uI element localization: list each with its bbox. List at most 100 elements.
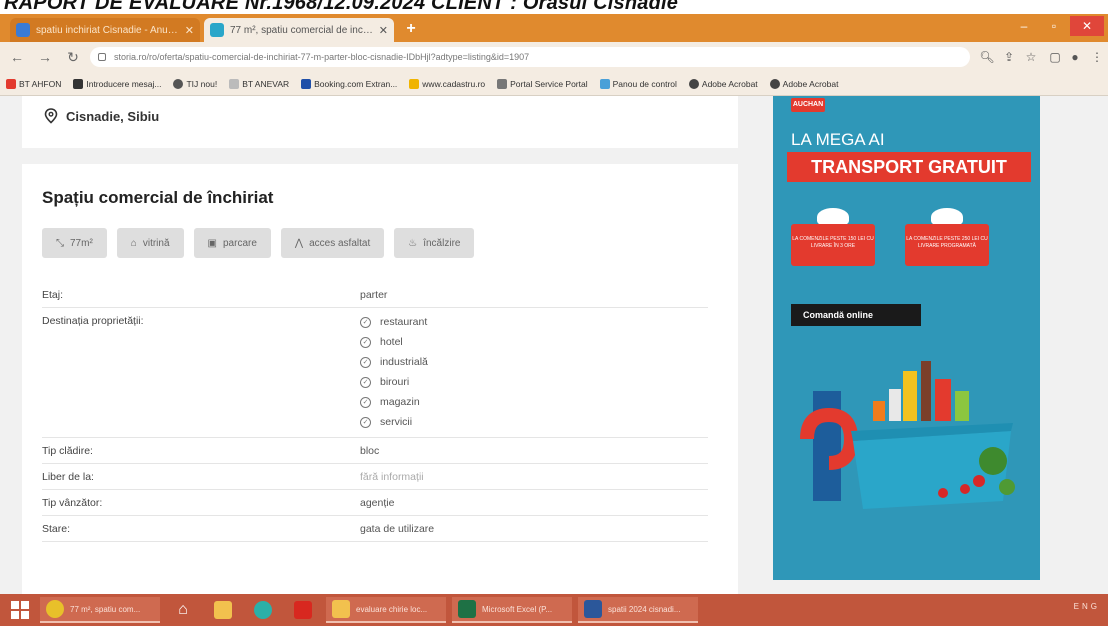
ad-headline: LA MEGA AI [791,130,885,149]
taskbar-home[interactable]: ⌂ [166,597,200,623]
bookmark-icon [73,78,84,89]
acrobat-icon [294,601,312,619]
detail-label: Stare: [42,523,71,535]
advertisement-banner[interactable]: AUCHAN LA MEGA AI TRANSPORT GRATUIT LA C… [773,96,1040,580]
check-circle-icon: ✓ [360,396,371,408]
bookmark-icon [6,78,16,89]
star-icon[interactable]: ☆ [1022,48,1040,66]
bookmark-item[interactable]: Panou de control [599,78,677,89]
zoom-icon[interactable]: 🔍︎ [978,48,996,66]
tab-search-results[interactable]: spatiu inchiriat Cisnadie - Anunturi ✕ [10,18,200,42]
location-row: Cisnadie, Sibiu [44,108,159,124]
taskbar-word[interactable]: spatii 2024 cisnadi... [578,597,698,623]
bookmark-icon [229,78,240,89]
detail-label: Etaj: [42,289,64,301]
feature-chips: ⤡ 77m² ⌂ vitrină ▣ parcare ⋀ acces asfaltat … [42,228,475,258]
location-pin-icon [44,108,58,124]
bookmark-icon [301,78,312,89]
detail-row-building-type: Tip clădire: bloc [42,438,708,464]
minimize-icon[interactable]: – [1010,16,1038,36]
url-text: storia.ro/ro/oferta/spatiu-comercial-de-… [114,52,530,62]
check-circle-icon: ✓ [360,316,371,328]
tab-close-icon[interactable]: ✕ [379,24,388,37]
lock-icon [98,53,106,61]
detail-value: agenție [360,497,395,509]
reload-icon[interactable]: ↻ [62,46,84,68]
taskbar-folder[interactable]: evaluare chirie loc... [326,597,446,623]
detail-value: bloc [360,445,380,457]
window-icon[interactable]: ▢ [1046,48,1064,66]
bookmark-icon [688,78,699,89]
folder-icon [332,600,350,618]
browser-tab-bar: spatiu inchiriat Cisnadie - Anunturi ✕ 7… [0,14,1108,42]
bookmark-item[interactable]: Introducere mesaj... [73,78,161,89]
detail-label: Destinația proprietății: [42,315,144,327]
windows-start-icon[interactable] [0,594,40,626]
chrome-icon [46,600,64,618]
chip-parking: ▣ parcare [193,228,271,258]
bookmark-icon [409,78,420,89]
page-content: Cisnadie, Sibiu Spațiu comercial de înch… [0,96,1108,594]
bookmark-item[interactable]: www.cadastru.ro [409,78,485,89]
home-icon: ⌂ [178,601,188,618]
tab-listing[interactable]: 77 m², spatiu comercial de inchiriat ✕ [204,18,394,42]
bookmark-item[interactable]: Adobe Acrobat [688,78,758,89]
close-window-icon[interactable]: ✕ [1070,16,1104,36]
bookmark-item[interactable]: Booking.com Extran... [301,78,397,89]
folder-icon [214,601,232,619]
taskbar-excel[interactable]: Microsoft Excel (P... [452,597,572,623]
bookmark-item[interactable]: BT ANEVAR [229,78,289,89]
check-circle-icon: ✓ [360,376,371,388]
tab-label: spatiu inchiriat Cisnadie - Anunturi [36,24,181,36]
tray-language: ENG [1073,602,1100,611]
system-tray[interactable]: ENG [1074,602,1100,611]
ad-offer-box: LA COMENZILE PESTE 250 LEI CU LIVRARE PR… [905,224,989,266]
new-tab-button[interactable]: + [400,19,422,39]
detail-label: Liber de la: [42,471,94,483]
tab-close-icon[interactable]: ✕ [185,24,194,37]
excel-icon [458,600,476,618]
bookmark-item[interactable]: BT AHFON [6,78,61,89]
area-icon: ⤡ [56,237,64,249]
address-bar[interactable]: storia.ro/ro/oferta/spatiu-comercial-de-… [90,47,970,67]
detail-value: fără informații [360,471,424,483]
order-online-button[interactable]: Comandă online [791,304,921,326]
report-title: RAPORT DE EVALUARE Nr.1968/12.09.2024 CL… [4,0,679,14]
taskbar-edge[interactable] [246,597,280,623]
bookmark-item[interactable]: Adobe Acrobat [769,78,838,89]
taskbar-acrobat[interactable] [286,597,320,623]
detail-value: parter [360,289,388,301]
bookmark-icon [599,78,610,89]
detail-value: gata de utilizare [360,523,435,535]
chip-road-access: ⋀ acces asfaltat [280,228,385,258]
chip-area: ⤡ 77m² [42,228,107,258]
taskbar-explorer[interactable] [206,597,240,623]
detail-row-seller-type: Tip vânzător: agenție [42,490,708,516]
windows-logo-icon [11,601,29,619]
share-icon[interactable]: ⇪ [1000,48,1018,66]
detail-label: Tip vânzător: [42,497,103,509]
report-header: RAPORT DE EVALUARE Nr.1968/12.09.2024 CL… [0,0,1108,14]
heating-icon: ♨ [408,237,418,249]
listing-title: Spațiu comercial de închiriat [42,188,274,207]
shopping-basket-illustration [800,361,1015,509]
bookmark-icon [769,78,780,89]
storefront-icon: ⌂ [130,237,137,249]
maximize-icon[interactable]: ▫ [1040,16,1068,36]
check-circle-icon: ✓ [360,356,371,368]
taskbar-chrome[interactable]: 77 m², spatiu com... [40,597,160,623]
menu-icon[interactable]: ⋮ [1088,48,1106,66]
location-card: Cisnadie, Sibiu [22,96,738,148]
listing-card: Spațiu comercial de închiriat ⤡ 77m² ⌂ vit… [22,164,738,594]
destination-list: ✓ restaurant ✓ hotel ✓ industrială ✓ birouri… [360,312,428,432]
bookmark-item[interactable]: Portal Service Portal [497,78,588,89]
edge-icon [254,601,272,619]
list-item: ✓ birouri [360,372,428,392]
back-icon[interactable]: ← [6,46,28,68]
detail-row-destination: Destinația proprietății: ✓ restaurant ✓ ho… [42,308,708,438]
bookmark-item[interactable]: TIJ nou! [173,78,217,89]
profile-icon[interactable]: ● [1066,48,1084,66]
storia-favicon-icon [210,23,224,37]
forward-icon[interactable]: → [34,46,56,68]
check-circle-icon: ✓ [360,336,371,348]
